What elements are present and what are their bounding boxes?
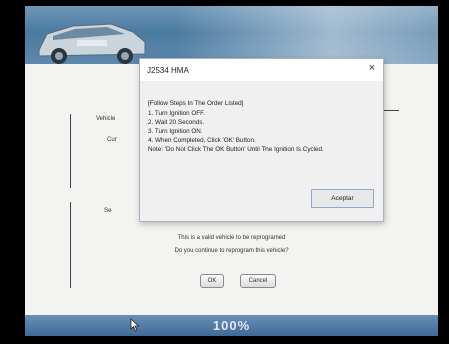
accept-button[interactable]: Aceptar xyxy=(311,189,374,208)
continue-question-text: Do you continue to reprogram this vehicl… xyxy=(174,248,289,254)
vehicle-image xyxy=(38,23,146,64)
instruction-note: Note: 'Do Not Click The OK Button' Until… xyxy=(148,146,324,153)
instruction-step-4: 4. When Completed, Click 'OK' Button. xyxy=(148,137,256,144)
instruction-step-1: 1. Turn Ignition OFF. xyxy=(148,110,206,117)
mouse-pointer-icon xyxy=(130,318,140,332)
header-highlight xyxy=(175,6,438,64)
ignition-cycle-dialog: J2534 HMA × [Follow Steps In The Order L… xyxy=(139,58,384,222)
instruction-header: [Follow Steps In The Order Listed] xyxy=(148,100,244,107)
close-icon[interactable]: × xyxy=(369,62,375,74)
progress-percent: 100% xyxy=(212,318,251,333)
vehicle-label: Vehicle xyxy=(96,116,116,122)
progress-bar: 100% xyxy=(25,315,438,336)
form-left-line-2 xyxy=(70,202,71,288)
current-label: Cur xyxy=(107,137,117,143)
ok-button[interactable]: OK xyxy=(200,274,224,288)
app-screen: Vehicle Cur Se This is a valid vehicle t… xyxy=(25,6,438,336)
setting-label: Se xyxy=(104,208,112,214)
cancel-button[interactable]: Cancel xyxy=(240,274,276,288)
dialog-title: J2534 HMA xyxy=(147,66,189,75)
instruction-step-3: 3. Turn Ignition ON. xyxy=(148,128,203,135)
dialog-body: [Follow Steps In The Order Listed] 1. Tu… xyxy=(140,81,383,221)
form-left-line-1 xyxy=(70,114,71,188)
valid-vehicle-text: This is a valid vehicle to be reprograme… xyxy=(177,235,286,241)
instruction-step-2: 2. Wait 20 Seconds. xyxy=(148,119,205,126)
